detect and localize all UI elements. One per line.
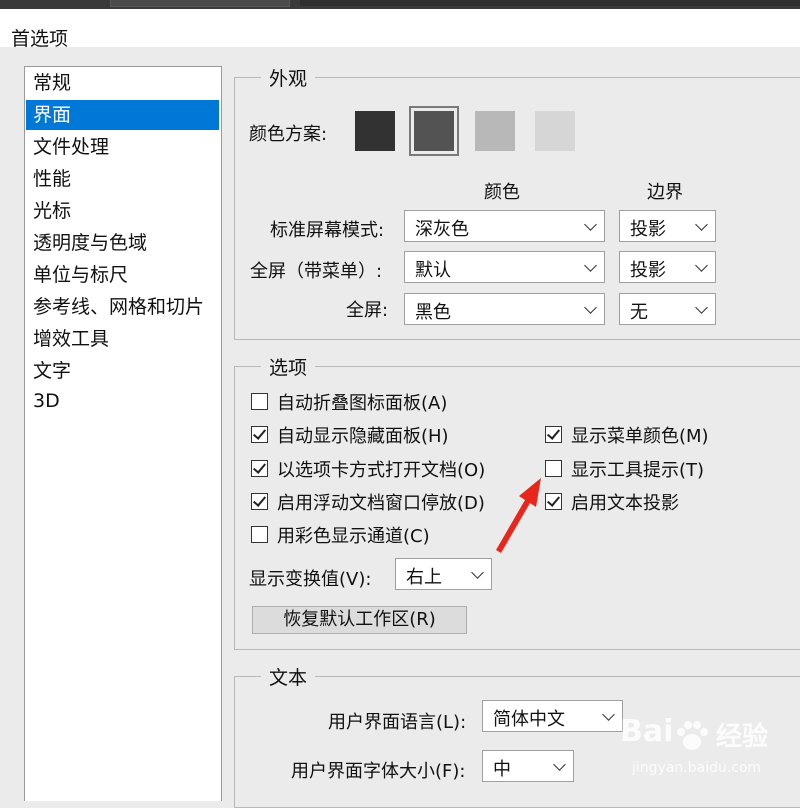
- paw-icon: [677, 721, 708, 750]
- annotation-arrow-icon: [496, 478, 541, 553]
- watermark-brand: Bai: [620, 714, 674, 749]
- baidu-jingyan-watermark: Bai 经验 jingyan.baidu.com: [612, 710, 792, 790]
- watermark-brand-suffix: 经验: [716, 722, 769, 752]
- watermark-url: jingyan.baidu.com: [632, 760, 762, 776]
